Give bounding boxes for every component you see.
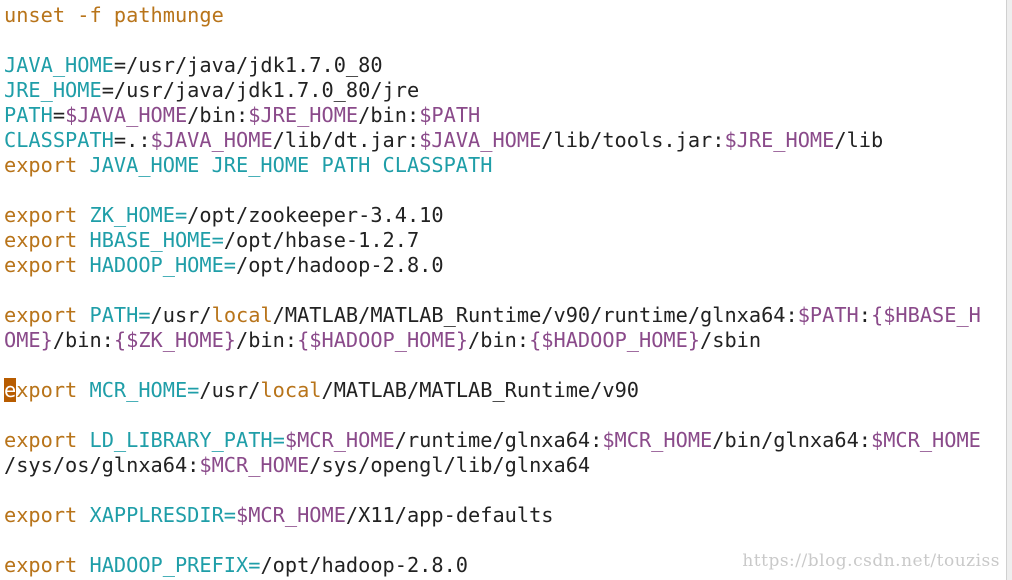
code-token: HBASE_HOME= [89, 228, 224, 252]
code-token: $JAVA_HOME [65, 103, 188, 127]
code-token: PATH= [89, 303, 151, 327]
code-token: /runtime/glnxa64: [394, 428, 603, 452]
code-token: export [4, 553, 90, 577]
code-token: $MCR_HOME [871, 428, 981, 452]
code-token: /bin/glnxa64: [712, 428, 871, 452]
code-token: LD_LIBRARY_PATH= [89, 428, 285, 452]
code-token: $MCR_HOME [284, 428, 395, 452]
code-line: unset -f pathmunge [4, 3, 224, 28]
code-line: /sys/os/glnxa64:$MCR_HOME/sys/opengl/lib… [4, 453, 590, 478]
code-token: PATH [4, 103, 53, 127]
code-line: export HADOOP_PREFIX=/opt/hadoop-2.8.0 [4, 553, 468, 578]
code-line: export PATH=/usr/local/MATLAB/MATLAB_Run… [4, 303, 981, 328]
code-token: OME} [4, 328, 53, 352]
code-token: CLASSPATH [4, 128, 114, 152]
code-token: JAVA_HOME [4, 53, 114, 77]
code-token: =/usr/java/jdk1.7.0_80/jre [101, 78, 420, 102]
code-line: PATH=$JAVA_HOME/bin:$JRE_HOME/bin:$PATH [4, 103, 480, 128]
code-line: export MCR_HOME=/usr/local/MATLAB/MATLAB… [4, 378, 639, 403]
vertical-scrollbar[interactable] [1006, 0, 1012, 580]
code-token: unset -f pathmunge [4, 3, 224, 27]
code-line: CLASSPATH=.:$JAVA_HOME/lib/dt.jar:$JAVA_… [4, 128, 883, 153]
code-token: XAPPLRESDIR= [89, 503, 237, 527]
code-token: {$ZK_HOME} [113, 328, 237, 352]
code-line: export HBASE_HOME=/opt/hbase-1.2.7 [4, 228, 419, 253]
code-token: = [52, 103, 66, 127]
code-token: $JRE_HOME [248, 103, 359, 127]
code-token: /lib [834, 128, 884, 152]
code-token: /bin: [468, 328, 530, 352]
code-token: /opt/hadoop-2.8.0 [236, 253, 444, 277]
code-token: $JAVA_HOME [419, 128, 542, 152]
watermark: https://blog.csdn.net/touziss [742, 551, 1000, 571]
code-token: local [260, 378, 322, 402]
code-line: JAVA_HOME=/usr/java/jdk1.7.0_80 [4, 53, 383, 78]
text-editor[interactable]: unset -f pathmunge JAVA_HOME=/usr/java/jd… [0, 0, 1007, 580]
code-token: /lib/tools.jar: [541, 128, 725, 152]
code-token: /bin: [187, 103, 249, 127]
code-token: $JRE_HOME [724, 128, 835, 152]
code-token: /sbin [700, 328, 762, 352]
code-line: export HADOOP_HOME=/opt/hadoop-2.8.0 [4, 253, 444, 278]
code-token: /MATLAB/MATLAB_Runtime/v90 [321, 378, 639, 402]
code-line: export ZK_HOME=/opt/zookeeper-3.4.10 [4, 203, 444, 228]
code-token: /sys/opengl/lib/glnxa64 [309, 453, 591, 477]
code-token: export [4, 153, 90, 177]
code-token: $MCR_HOME [602, 428, 713, 452]
code-line: OME}/bin:{$ZK_HOME}/bin:{$HADOOP_HOME}/b… [4, 328, 761, 353]
code-token: $MCR_HOME [236, 503, 346, 527]
code-token: $PATH [797, 303, 859, 327]
code-token: /MATLAB/MATLAB_Runtime/v90/runtime/glnxa… [272, 303, 798, 327]
code-token: local [211, 303, 273, 327]
code-token: =.: [113, 128, 151, 152]
code-token: HADOOP_HOME= [89, 253, 237, 277]
code-token: /bin: [358, 103, 420, 127]
code-line: export JAVA_HOME JRE_HOME PATH CLASSPATH [4, 153, 492, 178]
code-token: {$HADOOP_HOME} [297, 328, 469, 352]
code-token: MCR_HOME= [89, 378, 200, 402]
code-token: JRE_HOME [4, 78, 102, 102]
code-token: /sys/os/glnxa64: [4, 453, 200, 477]
code-token: /opt/hadoop-2.8.0 [260, 553, 469, 577]
code-token: /usr/ [150, 303, 212, 327]
code-token: /bin: [236, 328, 298, 352]
code-token: /X11/app-defaults [345, 503, 554, 527]
code-token: export [4, 428, 90, 452]
code-line: export XAPPLRESDIR=$MCR_HOME/X11/app-def… [4, 503, 554, 528]
code-line: JRE_HOME=/usr/java/jdk1.7.0_80/jre [4, 78, 419, 103]
code-token: export [4, 253, 90, 277]
code-token: export [4, 228, 90, 252]
code-token: $MCR_HOME [199, 453, 310, 477]
code-token: export [4, 303, 90, 327]
code-token: =/usr/java/jdk1.7.0_80 [113, 53, 383, 77]
code-token: {$HBASE_H [871, 303, 981, 327]
code-line: export LD_LIBRARY_PATH=$MCR_HOME/runtime… [4, 428, 981, 453]
code-token: ZK_HOME= [89, 203, 188, 227]
code-token: /opt/hbase-1.2.7 [223, 228, 420, 252]
code-token: export [4, 503, 90, 527]
code-token: /bin: [52, 328, 114, 352]
code-token: /usr/ [199, 378, 261, 402]
code-token: JAVA_HOME JRE_HOME PATH CLASSPATH [89, 153, 493, 177]
code-token: $JAVA_HOME [150, 128, 273, 152]
code-token: $PATH [419, 103, 481, 127]
code-token: xport [16, 378, 90, 402]
code-token: export [4, 203, 90, 227]
text-cursor: e [4, 378, 17, 402]
code-token: /opt/zookeeper-3.4.10 [187, 203, 444, 227]
code-token: HADOOP_PREFIX= [89, 553, 261, 577]
code-token: /lib/dt.jar: [272, 128, 420, 152]
code-token: {$HADOOP_HOME} [529, 328, 701, 352]
code-token: : [858, 303, 871, 327]
